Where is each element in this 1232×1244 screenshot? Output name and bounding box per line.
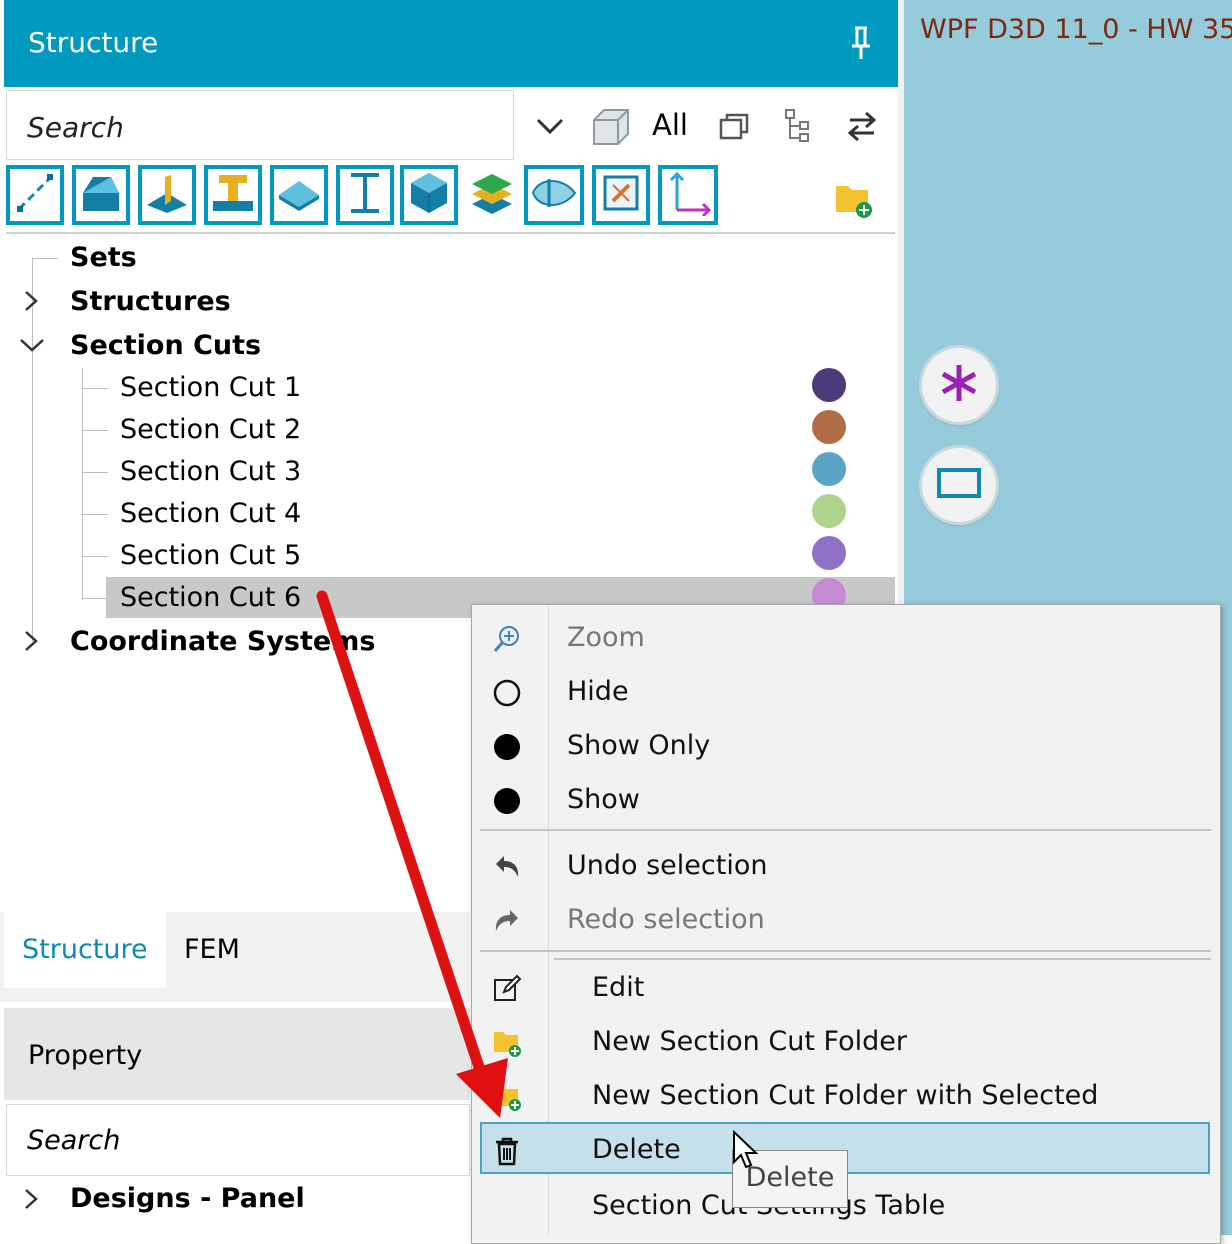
solid-filter-button[interactable]: [72, 165, 130, 225]
tree-item-section-cut-5[interactable]: Section Cut 5: [120, 540, 301, 571]
color-swatch-1[interactable]: [812, 368, 846, 402]
menu-item-redo-selection[interactable]: Redo selection: [567, 904, 765, 935]
search-placeholder: Search: [27, 111, 124, 144]
tree-node-coordinate-systems[interactable]: Coordinate Systems: [70, 626, 375, 657]
tree-line: [32, 258, 58, 259]
filter-all-label[interactable]: All: [652, 108, 688, 142]
layers-icon[interactable]: [468, 172, 516, 220]
filled-circle-icon: [492, 732, 522, 762]
rectangle-button[interactable]: [922, 448, 996, 522]
surface-icon: [277, 171, 321, 219]
structure-panel-title: Structure: [28, 26, 159, 59]
tree-line: [82, 598, 108, 599]
menu-item-edit[interactable]: Edit: [592, 972, 644, 1003]
chevron-down-icon[interactable]: [530, 106, 570, 146]
rectangle-icon: [936, 467, 982, 503]
tree-line: [82, 430, 108, 431]
viewport-title: WPF D3D 11_0 - HW 35: [920, 14, 1232, 45]
asterisk-button[interactable]: [922, 348, 996, 422]
i-beam-filter-button[interactable]: [336, 165, 394, 225]
tree-node-section-cuts[interactable]: Section Cuts: [70, 330, 261, 361]
chevron-right-icon[interactable]: [18, 288, 44, 314]
tree-node-sets[interactable]: Sets: [70, 242, 137, 273]
edit-icon: [492, 974, 522, 1004]
tree-line: [32, 258, 33, 642]
menu-item-show[interactable]: Show: [567, 784, 640, 815]
tree-node-structures[interactable]: Structures: [70, 286, 231, 317]
property-title: Property: [28, 1040, 143, 1071]
menu-separator: [480, 950, 1211, 952]
chevron-down-icon[interactable]: [18, 332, 46, 358]
box-icon[interactable]: [588, 104, 632, 148]
tab-structure-label[interactable]: Structure: [22, 934, 148, 965]
search-placeholder: Search: [27, 1125, 121, 1156]
trash-icon: [492, 1136, 522, 1166]
menu-item-hide[interactable]: Hide: [567, 676, 629, 707]
frame-icon: [599, 171, 643, 219]
tree-item-section-cut-3[interactable]: Section Cut 3: [120, 456, 301, 487]
zoom-icon: [492, 624, 522, 654]
frame-filter-button[interactable]: [592, 165, 650, 225]
color-swatch-4[interactable]: [812, 494, 846, 528]
toolbar-divider: [6, 232, 895, 234]
menu-item-new-section-cut-folder[interactable]: New Section Cut Folder: [592, 1026, 907, 1057]
tree-item-section-cut-4[interactable]: Section Cut 4: [120, 498, 301, 529]
section-icon: [529, 173, 579, 217]
tree-item-section-cut-1[interactable]: Section Cut 1: [120, 372, 301, 403]
tree-node-designs-panel[interactable]: Designs - Panel: [70, 1183, 305, 1214]
i-beam-icon: [343, 171, 387, 219]
solid-icon: [79, 171, 123, 219]
swap-icon[interactable]: [842, 106, 882, 146]
plate-icon: [145, 171, 189, 219]
tree-item-section-cut-2[interactable]: Section Cut 2: [120, 414, 301, 445]
axes-filter-button[interactable]: [658, 165, 718, 225]
beam-filter-button[interactable]: [204, 165, 262, 225]
circle-outline-icon: [492, 678, 522, 708]
beam-icon: [211, 171, 255, 219]
cube-filter-button[interactable]: [400, 165, 458, 225]
filled-circle-icon: [492, 786, 522, 816]
tree-item-section-cut-6[interactable]: Section Cut 6: [120, 582, 301, 613]
tree-line: [82, 388, 108, 389]
copy-icon[interactable]: [716, 106, 756, 146]
new-folder-icon[interactable]: [834, 180, 874, 220]
menu-item-show-only[interactable]: Show Only: [567, 730, 710, 761]
new-folder-icon: [492, 1082, 522, 1112]
chevron-right-icon[interactable]: [18, 1186, 44, 1212]
menu-separator: [480, 829, 1211, 831]
tree-line: [82, 514, 108, 515]
redo-icon: [492, 906, 522, 936]
color-swatch-3[interactable]: [812, 452, 846, 486]
tab-fem[interactable]: FEM: [184, 934, 240, 965]
property-search-input[interactable]: Search: [6, 1104, 470, 1176]
mouse-cursor-icon: [732, 1129, 762, 1174]
tree-line: [82, 556, 108, 557]
line-icon: [15, 173, 55, 217]
menu-item-undo-selection[interactable]: Undo selection: [567, 850, 767, 881]
plate-filter-button[interactable]: [138, 165, 196, 225]
structure-search-input[interactable]: Search: [6, 90, 514, 160]
hierarchy-icon[interactable]: [780, 106, 820, 146]
tree-line: [82, 472, 108, 473]
section-filter-button[interactable]: [524, 165, 584, 225]
cube-icon: [407, 171, 451, 219]
menu-item-zoom[interactable]: Zoom: [567, 622, 645, 653]
menu-item-delete-label[interactable]: Delete: [592, 1134, 681, 1165]
line-filter-button[interactable]: [6, 165, 64, 225]
undo-icon: [492, 852, 522, 882]
asterisk-icon: [937, 361, 981, 409]
color-swatch-2[interactable]: [812, 410, 846, 444]
menu-item-new-section-cut-folder-with-selected[interactable]: New Section Cut Folder with Selected: [592, 1080, 1098, 1111]
menu-separator: [554, 958, 1211, 960]
color-swatch-5[interactable]: [812, 536, 846, 570]
chevron-right-icon[interactable]: [18, 628, 44, 654]
surface-filter-button[interactable]: [270, 165, 328, 225]
pin-icon[interactable]: [846, 26, 876, 60]
axes-icon: [665, 170, 712, 220]
new-folder-icon: [492, 1028, 522, 1058]
tree-line: [82, 368, 83, 600]
